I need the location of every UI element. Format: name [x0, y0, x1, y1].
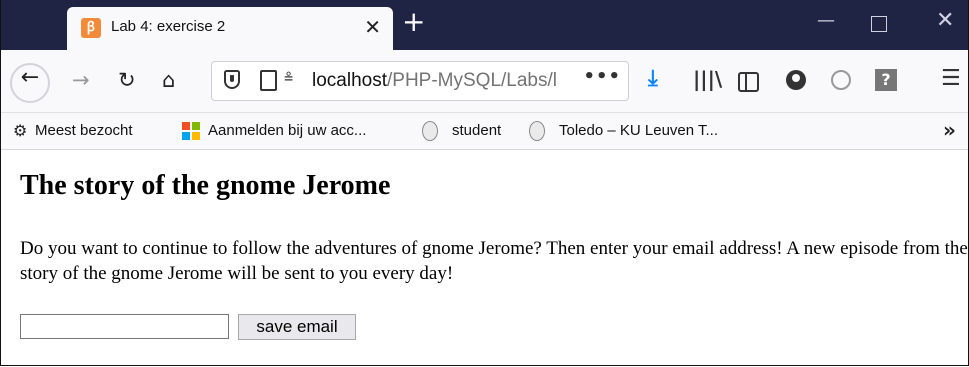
- library-icon[interactable]: |||\: [693, 64, 722, 94]
- close-tab-icon[interactable]: ✕: [364, 15, 381, 39]
- bookmark-toledo[interactable]: Toledo – KU Leuven T...: [529, 121, 718, 141]
- microsoft-logo-icon: [182, 122, 200, 140]
- page-title: The story of the gnome Jerome: [20, 170, 391, 201]
- unknown-extension-icon[interactable]: ?: [875, 69, 897, 91]
- hamburger-menu-icon[interactable]: ☰: [941, 64, 961, 94]
- tab-active[interactable]: ꞵ Lab 4: exercise 2 ✕: [67, 7, 393, 50]
- back-icon[interactable]: ←: [10, 63, 50, 103]
- account-icon[interactable]: [786, 70, 806, 90]
- bookmark-label: Meest bezocht: [35, 122, 133, 139]
- forward-icon[interactable]: →: [72, 68, 90, 92]
- xampp-favicon-icon: ꞵ: [81, 18, 101, 38]
- tracking-protection-icon[interactable]: [224, 70, 240, 89]
- bookmark-meest-bezocht[interactable]: ⚙ Meest bezocht: [13, 121, 133, 140]
- bookmark-label: Toledo – KU Leuven T...: [559, 122, 718, 139]
- page-content: The story of the gnome Jerome Do you wan…: [1, 150, 968, 365]
- gear-icon: ⚙: [13, 121, 28, 140]
- tab-title: Lab 4: exercise 2: [111, 18, 226, 35]
- intro-paragraph: Do you want to continue to follow the ad…: [20, 238, 968, 284]
- more-bookmarks-icon[interactable]: »: [943, 118, 956, 142]
- maximize-icon[interactable]: [871, 16, 887, 32]
- bookmark-label: student: [452, 122, 502, 139]
- bookmark-student[interactable]: student: [422, 121, 502, 141]
- home-icon[interactable]: ⌂: [162, 68, 175, 92]
- navigation-toolbar: ← → ↻ ⌂ ≗ localhost/PHP-MySQL/Labs/l •••…: [1, 50, 968, 113]
- minimize-icon[interactable]: —: [817, 10, 835, 31]
- bookmarks-toolbar: ⚙ Meest bezocht Aanmelden bij uw acc... …: [1, 113, 968, 150]
- page-actions-icon[interactable]: •••: [583, 66, 621, 87]
- url-text[interactable]: localhost/PHP-MySQL/Labs/l: [312, 70, 606, 92]
- download-icon[interactable]: ⤓: [648, 64, 658, 94]
- extension-icon[interactable]: [831, 70, 851, 90]
- page-info-icon[interactable]: [260, 70, 277, 91]
- window-close-icon[interactable]: ✕: [936, 8, 954, 33]
- ku-leuven-seal-icon: [422, 121, 438, 141]
- address-bar[interactable]: ≗ localhost/PHP-MySQL/Labs/l •••: [211, 61, 629, 101]
- url-host: localhost: [312, 70, 387, 91]
- reload-icon[interactable]: ↻: [118, 68, 136, 92]
- sidebar-icon[interactable]: [738, 72, 759, 92]
- tab-bar: ꞵ Lab 4: exercise 2 ✕ + — ✕: [1, 0, 968, 50]
- email-field[interactable]: [20, 314, 229, 339]
- bookmark-label: Aanmelden bij uw acc...: [208, 122, 367, 139]
- ku-leuven-seal-icon: [529, 121, 545, 141]
- new-tab-icon[interactable]: +: [402, 8, 425, 36]
- url-path: /PHP-MySQL/Labs/l: [387, 70, 557, 91]
- save-email-button[interactable]: save email: [238, 314, 356, 340]
- bookmark-aanmelden[interactable]: Aanmelden bij uw acc...: [182, 122, 367, 140]
- browser-window: ꞵ Lab 4: exercise 2 ✕ + — ✕ ← → ↻ ⌂ ≗ lo…: [0, 0, 969, 366]
- permissions-icon[interactable]: ≗: [284, 69, 293, 87]
